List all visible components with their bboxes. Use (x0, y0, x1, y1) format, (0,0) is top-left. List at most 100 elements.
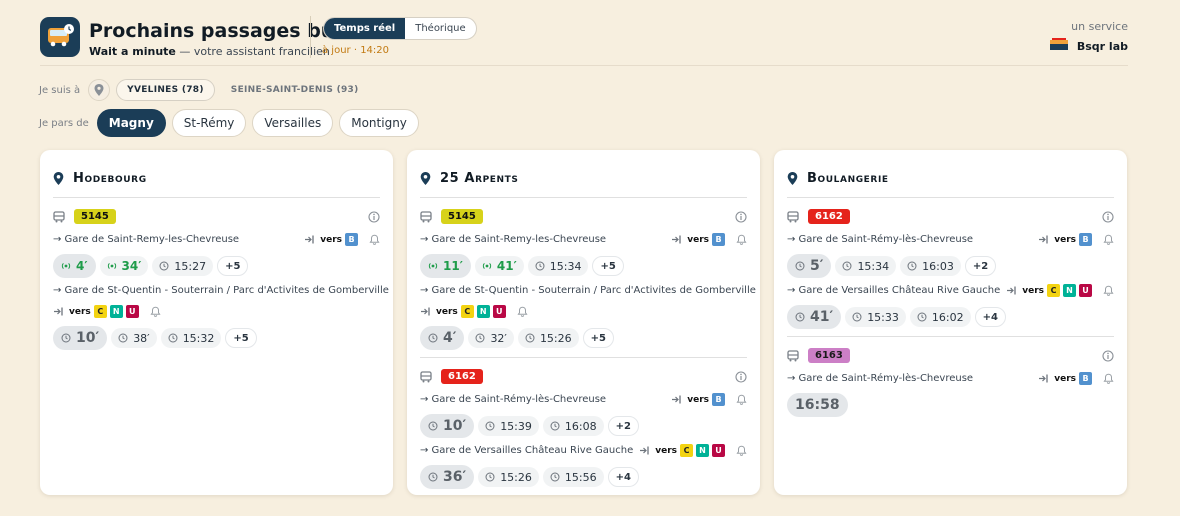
more-times-button[interactable]: +5 (582, 328, 614, 348)
info-icon[interactable] (368, 210, 380, 223)
direction-label: → Gare de Saint-Rémy-lès-Chevreuse (420, 394, 607, 405)
more-times-button[interactable]: +5 (225, 328, 257, 348)
city-chip-st-remy[interactable]: St-Rémy (171, 109, 247, 137)
departure-time: 16:08 (542, 416, 604, 436)
departure-time: 15:26 (478, 467, 539, 487)
city-filter: Je pars de Magny St-Rémy Versailles Mont… (39, 109, 425, 137)
stop-card: Boulangerie 6162 → Gare de Saint-Rémy-lès-… (774, 150, 1127, 495)
connection-info: vers C N U (420, 305, 528, 318)
more-times-button[interactable]: +5 (217, 256, 249, 276)
connection-info: vers B (671, 233, 747, 246)
time-value: 15:33 (867, 310, 899, 324)
line-badge[interactable]: 5145 (74, 209, 116, 224)
info-icon[interactable] (1102, 349, 1114, 362)
time-value: 16:08 (564, 419, 597, 433)
mode-toggle: Temps réel Théorique (323, 17, 477, 40)
bus-app-icon (40, 17, 80, 57)
time-value: 15:26 (500, 470, 532, 484)
bell-icon[interactable] (736, 234, 747, 245)
tab-realtime[interactable]: Temps réel (324, 18, 406, 39)
stop-header: Boulangerie (787, 160, 1114, 198)
bell-icon[interactable] (517, 306, 528, 317)
time-value: 32′ (490, 331, 507, 345)
line-badge[interactable]: 6163 (808, 348, 850, 363)
bell-icon[interactable] (150, 306, 161, 317)
rer-c-badge: C (680, 444, 693, 457)
route-block: 6163 → Gare de Saint-Rémy-lès-Chevreuse ve… (787, 336, 1114, 424)
bell-icon[interactable] (1103, 373, 1114, 384)
time-value: 34′ (121, 259, 142, 273)
tab-theoretical[interactable]: Théorique (405, 18, 475, 39)
direction-row: → Gare de Versailles Château Rive Gauche… (420, 442, 747, 459)
more-times-button[interactable]: +4 (974, 307, 1006, 327)
rer-b-badge: B (712, 393, 725, 406)
geolocate-button[interactable] (88, 79, 111, 101)
city-chip-montigny[interactable]: Montigny (339, 109, 419, 137)
rer-n-badge: N (1063, 284, 1076, 297)
departure-time: 34′ (99, 256, 149, 276)
rer-b-badge: B (1079, 372, 1092, 385)
more-times-button[interactable]: +4 (607, 467, 639, 487)
time-value: 15:27 (174, 259, 207, 273)
clock-icon (525, 333, 535, 343)
time-value: 16:58 (795, 397, 840, 413)
info-icon[interactable] (1102, 210, 1114, 223)
line-badge[interactable]: 5145 (441, 209, 483, 224)
clock-icon (842, 261, 852, 271)
more-times-button[interactable]: +5 (592, 256, 624, 276)
route-header: 6163 (787, 346, 1114, 365)
bell-icon[interactable] (1103, 285, 1114, 296)
bell-icon[interactable] (736, 445, 747, 456)
app-subtitle-brand: Wait a minute (89, 45, 176, 58)
time-value: +5 (225, 260, 241, 272)
departure-time: 32′ (468, 328, 514, 348)
info-icon[interactable] (735, 370, 747, 383)
city-chip-versailles[interactable]: Versailles (252, 109, 334, 137)
department-chip-seine-saint-denis[interactable]: SEINE-SAINT-DENIS (93) (221, 80, 369, 100)
rer-c-badge: C (1047, 284, 1060, 297)
time-value: +5 (590, 332, 606, 344)
departure-times: 10′ 38′ 15:32 +5 (53, 326, 380, 350)
line-badge[interactable]: 6162 (808, 209, 850, 224)
time-value: 11′ (443, 259, 463, 273)
direction-row: → Gare de Saint-Rémy-lès-Chevreuse vers B (787, 231, 1114, 248)
line-badge[interactable]: 6162 (441, 369, 483, 384)
departure-time: 15:39 (478, 416, 539, 436)
rer-b-badge: B (1079, 233, 1092, 246)
rer-c-badge: C (93, 305, 107, 318)
rer-u-badge: U (1079, 284, 1092, 297)
map-pin-icon (53, 172, 64, 185)
departure-time: 10′ (53, 326, 108, 350)
more-times-button[interactable]: +2 (964, 256, 997, 276)
time-value: +5 (233, 332, 249, 344)
direction-row: → Gare de St-Quentin - Souterrain / Parc… (53, 282, 389, 299)
direction-label: → Gare de Versailles Château Rive Gauche (787, 285, 1001, 296)
clock-icon (485, 472, 495, 482)
route-block: 6162 → Gare de Saint-Rémy-lès-Chevreuse ve… (787, 198, 1114, 336)
direction-label: → Gare de Saint-Remy-les-Chevreuse (420, 234, 607, 245)
time-value: +2 (615, 420, 631, 432)
bell-icon[interactable] (1103, 234, 1114, 245)
vers-label: vers (655, 445, 677, 456)
info-icon[interactable] (735, 210, 747, 223)
rer-u-badge: U (712, 444, 725, 457)
stop-name: Boulangerie (807, 171, 889, 186)
clock-icon (168, 333, 178, 343)
departure-times: 41′ 15:33 16:02 +4 (787, 305, 1114, 329)
rer-u-badge: U (125, 305, 139, 318)
city-chip-magny[interactable]: Magny (96, 109, 166, 137)
more-times-button[interactable]: +2 (607, 416, 639, 436)
bell-icon[interactable] (736, 394, 747, 405)
vers-label: vers (1054, 373, 1076, 384)
departure-time: 16:03 (900, 256, 961, 276)
rer-u-badge: U (492, 305, 506, 318)
departure-times: 16:58 (787, 393, 1114, 417)
bus-icon (787, 210, 799, 223)
departure-time: 15:33 (845, 307, 906, 327)
vers-label: vers (436, 306, 458, 317)
connection-info: vers C N U (53, 305, 161, 318)
terminus-arrow-icon (671, 234, 682, 245)
department-chip-yvelines[interactable]: YVELINES (78) (116, 79, 215, 101)
bell-icon[interactable] (369, 234, 380, 245)
brand-link[interactable]: Bsqr lab (1049, 38, 1128, 55)
